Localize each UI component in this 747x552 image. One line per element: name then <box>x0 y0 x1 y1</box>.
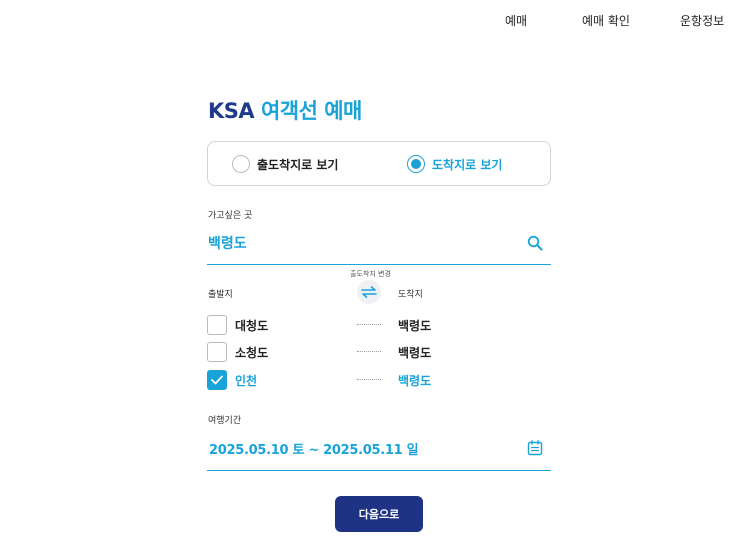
travel-period-value: 2025.05.10 토 ~ 2025.05.11 일 <box>209 443 419 458</box>
route-connector <box>357 351 381 352</box>
destination-label: 가고싶은 곳 <box>208 211 253 221</box>
route-arrival: 백령도 <box>398 374 432 388</box>
route-connector <box>357 324 381 325</box>
route-departure: 인천 <box>235 374 258 388</box>
check-icon <box>211 375 223 385</box>
radio-origin-destination[interactable] <box>232 155 250 173</box>
view-option-label: 출도착지로 보기 <box>257 157 339 172</box>
page-title-brand: KSA <box>208 99 255 123</box>
radio-destination[interactable] <box>407 155 425 173</box>
departure-header: 출발지 <box>208 290 233 300</box>
swap-icon <box>361 286 377 298</box>
top-nav: 예매 예매 확인 운항정보 <box>0 12 747 32</box>
view-option-origin-destination[interactable]: 출도착지로 보기 <box>232 155 338 173</box>
nav-item-reservation[interactable]: 예매 <box>505 12 527 29</box>
route-departure: 소청도 <box>235 346 269 360</box>
view-option-label: 도착지로 보기 <box>432 157 503 172</box>
nav-item-schedule-info[interactable]: 운항정보 <box>680 12 724 29</box>
route-departure: 대청도 <box>235 319 269 333</box>
travel-period-label: 여행기간 <box>208 416 242 426</box>
calendar-icon[interactable] <box>527 440 543 456</box>
page-title: KSA 여객선 예매 <box>208 95 362 125</box>
route-checkbox[interactable] <box>207 342 227 362</box>
swap-button[interactable] <box>357 280 381 304</box>
route-checkbox[interactable] <box>207 315 227 335</box>
page-title-text: 여객선 예매 <box>260 99 362 123</box>
search-icon[interactable] <box>527 235 543 251</box>
next-button[interactable]: 다음으로 <box>335 496 423 532</box>
route-row[interactable]: 대청도 백령도 <box>207 315 551 335</box>
route-row[interactable]: 소청도 백령도 <box>207 342 551 362</box>
destination-value: 백령도 <box>208 236 247 252</box>
view-option-destination[interactable]: 도착지로 보기 <box>407 155 502 173</box>
swap-label: 출도착지 변경 <box>350 270 391 278</box>
view-toggle: 출도착지로 보기 도착지로 보기 <box>207 141 551 186</box>
route-row[interactable]: 인천 백령도 <box>207 370 551 390</box>
route-checkbox[interactable] <box>207 370 227 390</box>
nav-item-reservation-check[interactable]: 예매 확인 <box>582 12 630 29</box>
route-arrival: 백령도 <box>398 346 432 360</box>
destination-field[interactable]: 백령도 <box>207 226 551 265</box>
route-connector <box>357 379 381 380</box>
arrival-header: 도착지 <box>398 290 423 300</box>
route-arrival: 백령도 <box>398 319 432 333</box>
travel-period-field[interactable]: 2025.05.10 토 ~ 2025.05.11 일 <box>207 431 551 471</box>
